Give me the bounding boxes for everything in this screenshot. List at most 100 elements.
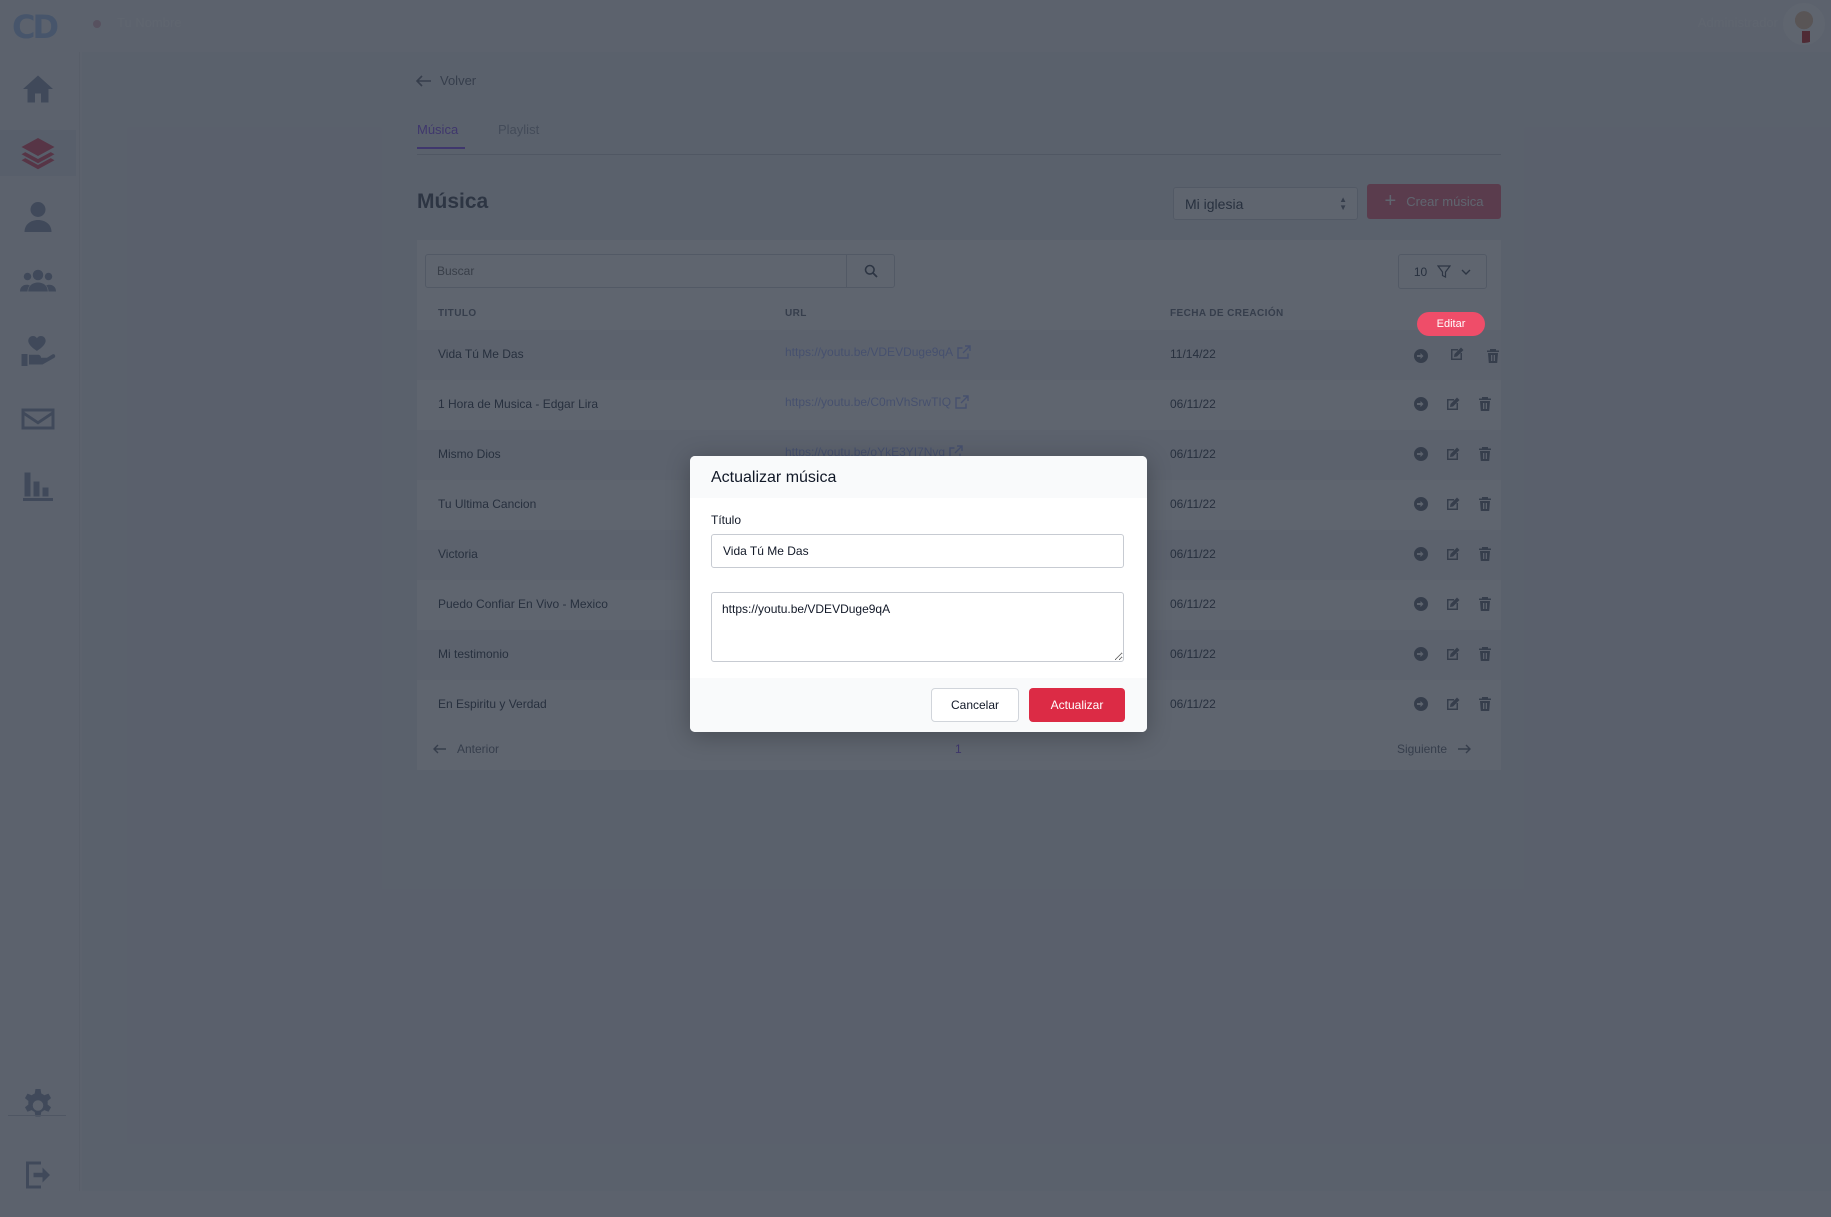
bottom-strip	[0, 1191, 1831, 1217]
edit-button[interactable]	[1441, 392, 1465, 416]
view-button[interactable]	[1409, 592, 1433, 616]
table-header: TITULO URL FECHA DE CREACIÓN	[417, 300, 1501, 330]
table-row[interactable]: 1 Hora de Musica - Edgar Lira https://yo…	[417, 380, 1501, 430]
update-button[interactable]: Actualizar	[1029, 688, 1125, 722]
tab-bar: Música Playlist	[417, 122, 1501, 155]
modal-footer: Cancelar Actualizar	[690, 678, 1147, 732]
search-button[interactable]	[846, 255, 894, 287]
sidebar-item-donations[interactable]	[0, 328, 76, 374]
mail-icon	[21, 408, 55, 430]
edit-button[interactable]	[1441, 492, 1465, 516]
page-number[interactable]: 1	[955, 742, 962, 756]
sidebar-item-reports[interactable]	[0, 463, 76, 509]
chevron-down-icon	[1461, 269, 1471, 275]
delete-button[interactable]	[1473, 542, 1497, 566]
users-group-icon	[20, 269, 56, 292]
row-date: 06/11/22	[1170, 547, 1216, 561]
arrow-circle-icon	[1414, 547, 1428, 561]
update-music-modal: Actualizar música Título https://youtu.b…	[690, 456, 1147, 732]
page-title: Música	[417, 190, 489, 213]
row-actions	[1409, 642, 1497, 666]
edit-button[interactable]	[1441, 542, 1465, 566]
edit-icon	[1447, 397, 1460, 410]
url-link[interactable]: https://youtu.be/VDEVDuge9qA	[785, 345, 971, 359]
edit-button[interactable]	[1441, 442, 1465, 466]
row-date: 06/11/22	[1170, 697, 1216, 711]
row-date: 06/11/22	[1170, 447, 1216, 461]
sidebar-item-home[interactable]	[0, 66, 76, 112]
sidebar-item-members[interactable]	[0, 258, 76, 304]
edit-button[interactable]	[1441, 338, 1473, 370]
url-text: https://youtu.be/VDEVDuge9qA	[785, 345, 954, 359]
sidebar-item-messages[interactable]	[0, 396, 76, 442]
user-icon	[24, 202, 52, 232]
prev-page-button[interactable]: Anterior	[433, 742, 499, 756]
view-button[interactable]	[1409, 392, 1433, 416]
row-title: Vida Tú Me Das	[438, 347, 524, 361]
search-input[interactable]	[426, 255, 847, 287]
status-dot	[93, 20, 101, 28]
home-icon	[23, 75, 53, 103]
search-icon	[864, 264, 878, 278]
back-link[interactable]: Volver	[416, 73, 476, 88]
view-button[interactable]	[1409, 692, 1433, 716]
next-page-button[interactable]: Siguiente	[1397, 742, 1471, 756]
edit-button[interactable]	[1441, 592, 1465, 616]
delete-button[interactable]	[1473, 492, 1497, 516]
row-date: 11/14/22	[1170, 347, 1216, 361]
layers-icon	[21, 138, 55, 170]
user-role[interactable]: Administrador	[1698, 15, 1778, 30]
arrow-circle-icon	[1414, 349, 1428, 363]
table-row[interactable]: Vida Tú Me Das https://youtu.be/VDEVDuge…	[417, 330, 1501, 380]
edit-icon	[1447, 647, 1460, 660]
edit-button[interactable]	[1441, 642, 1465, 666]
row-actions	[1409, 542, 1497, 566]
delete-button[interactable]	[1473, 442, 1497, 466]
create-music-label: Crear música	[1406, 194, 1484, 209]
row-title: Mismo Dios	[438, 447, 501, 461]
page-size-filter[interactable]: 10	[1398, 254, 1487, 289]
search-box	[425, 254, 895, 288]
view-button[interactable]	[1409, 492, 1433, 516]
row-date: 06/11/22	[1170, 597, 1216, 611]
user-name[interactable]: Tu Nombre	[117, 15, 182, 30]
sidebar-item-settings[interactable]	[0, 1081, 76, 1127]
external-link-icon	[957, 345, 971, 359]
create-music-button[interactable]: + Crear música	[1367, 184, 1501, 219]
row-title: 1 Hora de Musica - Edgar Lira	[438, 397, 599, 411]
trash-icon	[1479, 547, 1491, 561]
edit-icon	[1447, 447, 1460, 460]
tab-playlist[interactable]: Playlist	[498, 122, 539, 147]
row-date: 06/11/22	[1170, 647, 1216, 661]
delete-button[interactable]	[1481, 344, 1505, 368]
app-logo[interactable]: CD	[12, 9, 60, 45]
delete-button[interactable]	[1473, 592, 1497, 616]
view-button[interactable]	[1409, 642, 1433, 666]
row-actions	[1409, 692, 1497, 716]
delete-button[interactable]	[1473, 392, 1497, 416]
url-link[interactable]: https://youtu.be/C0mVhSrwTIQ	[785, 395, 969, 409]
row-title: En Espiritu y Verdad	[438, 697, 547, 711]
tab-musica[interactable]: Música	[417, 122, 465, 149]
edit-button[interactable]	[1441, 692, 1465, 716]
title-field[interactable]	[711, 534, 1124, 568]
church-select[interactable]: Mi iglesia ▲ ▼	[1173, 187, 1358, 220]
church-select-value: Mi iglesia	[1185, 196, 1244, 212]
view-button[interactable]	[1409, 542, 1433, 566]
avatar[interactable]	[1783, 3, 1825, 45]
delete-button[interactable]	[1473, 692, 1497, 716]
sidebar-item-music[interactable]	[0, 130, 76, 176]
edit-icon	[1447, 547, 1460, 560]
view-button[interactable]	[1409, 344, 1433, 368]
back-label: Volver	[440, 73, 477, 88]
view-button[interactable]	[1409, 442, 1433, 466]
edit-icon	[1451, 347, 1464, 360]
column-header-url: URL	[785, 308, 807, 319]
row-title: Mi testimonio	[438, 647, 509, 661]
url-field[interactable]: https://youtu.be/VDEVDuge9qA	[711, 592, 1124, 662]
arrow-circle-icon	[1414, 497, 1428, 511]
trash-icon	[1479, 497, 1491, 511]
sidebar-item-profile[interactable]	[0, 194, 76, 240]
delete-button[interactable]	[1473, 642, 1497, 666]
cancel-button[interactable]: Cancelar	[931, 688, 1019, 722]
